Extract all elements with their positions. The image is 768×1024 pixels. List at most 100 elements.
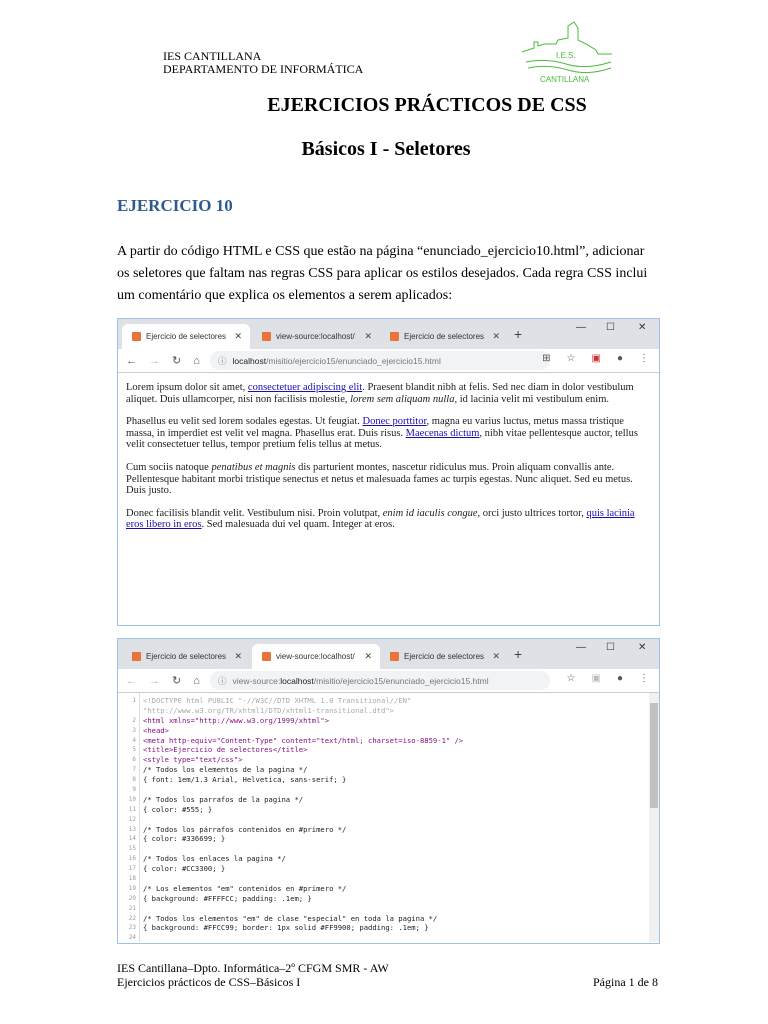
document-footer: IES Cantillana–Dpto. Informática–2º CFGM… — [117, 961, 389, 989]
line-number: 16 — [128, 855, 136, 863]
link: Maecenas dictum — [405, 427, 480, 439]
paragraph: Phasellus eu velit sed lorem sodales ege… — [126, 416, 638, 451]
tab-label: view-source:localhost/ — [276, 332, 355, 341]
code-line: { color: #336699; } — [143, 834, 226, 844]
exercise-heading: EJERCICIO 10 — [117, 196, 233, 215]
code-line: { background: #FFCC99; border: 1px solid… — [143, 923, 429, 933]
minimize-icon: — — [576, 322, 586, 333]
line-number: 5 — [132, 746, 136, 754]
document-title: EJERCICIOS PRÁCTICOS DE CSS — [267, 94, 587, 116]
address-bar-row: ← → ↻ ⌂ ⓘ view-source:localhost/misitio/ejer… — [118, 669, 659, 693]
tab-bar: Ejercicio de selectores ✕ view-source:loc… — [118, 319, 659, 349]
line-number: 11 — [128, 805, 136, 813]
code-line: /* Todos los elementos "em" de clase "es… — [143, 913, 438, 923]
star-icon: ☆ — [566, 673, 576, 684]
url-field: ⓘ view-source:localhost/misitio/ejercicio… — [210, 671, 550, 690]
scrollbar-thumb — [650, 703, 658, 808]
scrollbar — [649, 693, 659, 942]
xampp-icon — [132, 652, 141, 661]
forward-icon: → — [149, 674, 160, 687]
url-host: localhost — [232, 355, 267, 366]
url-path: /misitio/ejercicio15/enunciado_ejercicio… — [313, 675, 489, 686]
back-icon: ← — [126, 674, 137, 687]
line-number: 23 — [128, 924, 136, 932]
line-number: 7 — [132, 766, 136, 774]
close-window-icon: ✕ — [638, 642, 647, 653]
translate-icon: ⊞ — [542, 353, 551, 364]
source-code-view: 1234567891011121314151617181920212223242… — [118, 693, 659, 942]
tab-label: Ejercicio de selectores — [404, 332, 485, 341]
url-field: ⓘ localhost/misitio/ejercicio15/enunciado… — [210, 351, 550, 370]
code-line: /* Todos los párrafos contenidos en #pri… — [143, 824, 347, 834]
code-line: "http://www.w3.org/TR/xhtml1/DTD/xhtml1-… — [143, 705, 394, 715]
close-icon: ✕ — [364, 651, 372, 661]
star-icon: ☆ — [566, 353, 576, 364]
line-number: 17 — [128, 865, 136, 873]
xampp-icon — [390, 652, 399, 661]
svg-text:CANTILLANA: CANTILLANA — [540, 75, 590, 84]
reload-icon: ↻ — [172, 675, 182, 687]
document-subtitle: Básicos I - Seletores — [301, 138, 471, 160]
line-number: 10 — [128, 795, 136, 803]
reload-icon: ↻ — [172, 355, 182, 367]
info-icon: ⓘ — [218, 355, 227, 366]
browser-screenshot-source: Ejercicio de selectores ✕ view-source:loc… — [117, 638, 660, 944]
line-number: 9 — [132, 786, 136, 794]
tab-view-source: view-source:localhost/ ✕ — [252, 644, 380, 669]
line-number: 21 — [128, 904, 136, 912]
line-number: 18 — [128, 875, 136, 883]
code-line: /* Todos los enlaces la pagina */ — [143, 854, 286, 864]
code-line: <title>Ejercicio de selectores</title> — [143, 745, 308, 755]
account-icon: ● — [616, 353, 623, 364]
code-line: /* Todos los elementos de la pagina */ — [143, 765, 308, 775]
line-number: 19 — [128, 884, 136, 892]
link: consectetuer adipiscing elit — [247, 382, 363, 393]
menu-icon: ⋮ — [639, 673, 649, 684]
url-prefix: view-source: — [232, 675, 281, 686]
menu-icon: ⋮ — [639, 353, 649, 364]
department-name: DEPARTAMENTO DE INFORMÁTICA — [163, 62, 364, 76]
new-tab-icon: + — [514, 326, 523, 342]
line-number: 22 — [128, 914, 136, 922]
url-path: /misitio/ejercicio15/enunciado_ejercicio… — [266, 355, 441, 366]
extension-icon: ▣ — [591, 673, 601, 684]
xampp-icon — [390, 332, 399, 341]
line-number — [118, 706, 136, 716]
line-number: 3 — [132, 726, 136, 734]
code-line: { background: #FFFFCC; padding: .1em; } — [143, 893, 312, 903]
code-line: <meta http-equiv="Content-Type" content=… — [143, 735, 464, 745]
svg-text:I.E.S.: I.E.S. — [556, 51, 576, 60]
code-line: /* Los elementos "em" contenidos en #pri… — [143, 883, 347, 893]
line-number: 6 — [132, 756, 136, 764]
account-icon: ● — [616, 673, 623, 684]
footer-line-2: Ejercicios prácticos de CSS–Básicos I — [117, 975, 301, 989]
back-icon: ← — [126, 354, 137, 367]
tab-label: Ejercicio de selectores — [146, 332, 227, 341]
tab-label: Ejercicio de selectores — [404, 652, 485, 661]
code-line: { font: 1em/1.3 Arial, Helvetica, sans-s… — [143, 775, 347, 785]
home-icon: ⌂ — [193, 674, 200, 687]
exercise-instructions: A partir do código HTML e CSS que estão … — [117, 244, 648, 303]
extension-icon: ▣ — [591, 353, 601, 364]
xampp-icon — [262, 332, 271, 341]
code-line: <style type="text/css"> — [143, 755, 243, 765]
code-line: /* Elementos "span" contenidos en .norma… — [143, 943, 463, 944]
new-tab-icon: + — [514, 646, 523, 662]
line-number: 1 — [132, 697, 136, 704]
close-icon: ✕ — [234, 651, 242, 661]
link: Donec porttitor — [362, 416, 427, 428]
code-line: { color: #CC3300; } — [143, 864, 226, 874]
home-icon: ⌂ — [193, 354, 200, 367]
ies-cantillana-logo: I.E.S. CANTILLANA — [521, 21, 612, 84]
line-number: 8 — [132, 776, 136, 784]
code-line: { color: #555; } — [143, 804, 213, 814]
line-number: 25 — [118, 943, 136, 944]
paragraph: Donec facilisis blandit velit. Vestibulu… — [126, 507, 635, 531]
close-icon: ✕ — [492, 331, 500, 341]
xampp-icon — [262, 652, 271, 661]
